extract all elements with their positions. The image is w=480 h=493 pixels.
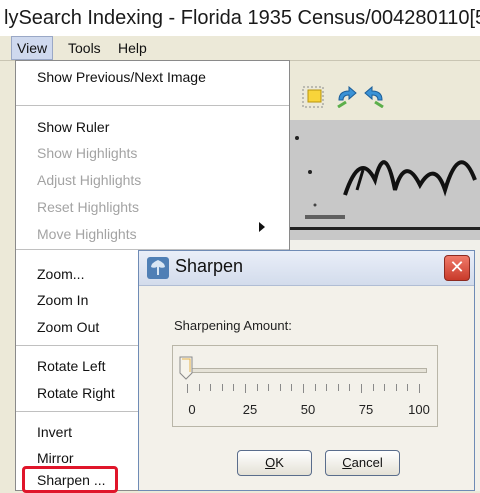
cancel-button[interactable]: Cancel: [325, 450, 400, 476]
slider-tick: [280, 384, 281, 391]
slider-tick: [338, 384, 339, 391]
sharpening-slider-panel: 0 25 50 75 100: [172, 345, 438, 427]
tick-label: 0: [188, 402, 196, 417]
slider-tick: [199, 384, 200, 391]
menu-item-mirror[interactable]: Mirror: [37, 450, 74, 466]
window-title: lySearch Indexing - Florida 1935 Census/…: [0, 0, 480, 36]
menu-bar: View Tools Help: [0, 36, 480, 61]
tick-label: 25: [242, 402, 258, 417]
menu-item-rotate-left[interactable]: Rotate Left: [37, 358, 106, 374]
slider-tick: [233, 384, 234, 391]
slider-tick: [187, 384, 188, 393]
menu-item-rotate-right[interactable]: Rotate Right: [37, 385, 115, 401]
sharpen-highlight-annotation: [22, 466, 118, 493]
slider-tick: [291, 384, 292, 391]
dialog-title: Sharpen: [175, 256, 244, 276]
slider-tick: [326, 384, 327, 391]
slider-tick: [373, 384, 374, 391]
menu-item-show-previous-next-image[interactable]: Show Previous/Next Image: [37, 69, 206, 85]
ok-button[interactable]: OK: [237, 450, 312, 476]
menu-item-zoom[interactable]: Zoom...: [37, 266, 84, 282]
slider-tick: [303, 384, 304, 393]
menu-item-zoom-in[interactable]: Zoom In: [37, 292, 88, 308]
menu-item-zoom-out[interactable]: Zoom Out: [37, 319, 99, 335]
image-toolbar: [285, 72, 480, 120]
close-button[interactable]: ✕: [444, 255, 470, 281]
slider-tick: [268, 384, 269, 391]
menu-separator: [16, 105, 289, 106]
rotate-right-icon[interactable]: [364, 86, 386, 108]
slider-ticks: [187, 384, 427, 394]
cancel-button-label: Cancel: [342, 455, 383, 470]
slider-tick: [222, 384, 223, 391]
menu-item-reset-highlights: Reset Highlights: [37, 199, 139, 215]
slider-tick: [210, 384, 211, 391]
menu-item-adjust-highlights: Adjust Highlights: [37, 172, 142, 188]
slider-track[interactable]: [185, 368, 427, 373]
slider-tick: [419, 384, 420, 393]
sharpen-dialog: Sharpen ✕ Sharpening Amount: 0 25 50 75 …: [138, 250, 475, 491]
dialog-title-bar[interactable]: Sharpen ✕: [139, 251, 474, 286]
slider-tick: [315, 384, 316, 391]
ok-button-label: OK: [265, 455, 284, 470]
sharpening-amount-label: Sharpening Amount:: [174, 318, 292, 333]
slider-tick: [407, 384, 408, 391]
submenu-arrow-icon: [259, 222, 265, 232]
menu-item-invert[interactable]: Invert: [37, 424, 72, 440]
highlight-icon[interactable]: [302, 86, 324, 108]
handwriting-image: [285, 120, 480, 240]
slider-tick: [257, 384, 258, 391]
tick-label: 75: [358, 402, 374, 417]
slider-tick: [245, 384, 246, 393]
tick-label: 50: [300, 402, 316, 417]
menu-tools[interactable]: Tools: [63, 36, 106, 60]
menu-item-show-highlights: Show Highlights: [37, 145, 138, 161]
slider-tick: [361, 384, 362, 393]
tree-icon: [147, 257, 169, 279]
slider-thumb[interactable]: [179, 356, 193, 380]
menu-help[interactable]: Help: [113, 36, 152, 60]
rotate-left-icon[interactable]: [335, 86, 357, 108]
menu-item-move-highlights: Move Highlights: [37, 226, 137, 242]
slider-tick: [384, 384, 385, 391]
menu-item-show-ruler[interactable]: Show Ruler: [37, 119, 109, 135]
document-image: [285, 120, 480, 240]
slider-tick: [349, 384, 350, 391]
slider-tick: [396, 384, 397, 391]
menu-view[interactable]: View: [11, 36, 54, 60]
tick-label: 100: [408, 402, 430, 417]
